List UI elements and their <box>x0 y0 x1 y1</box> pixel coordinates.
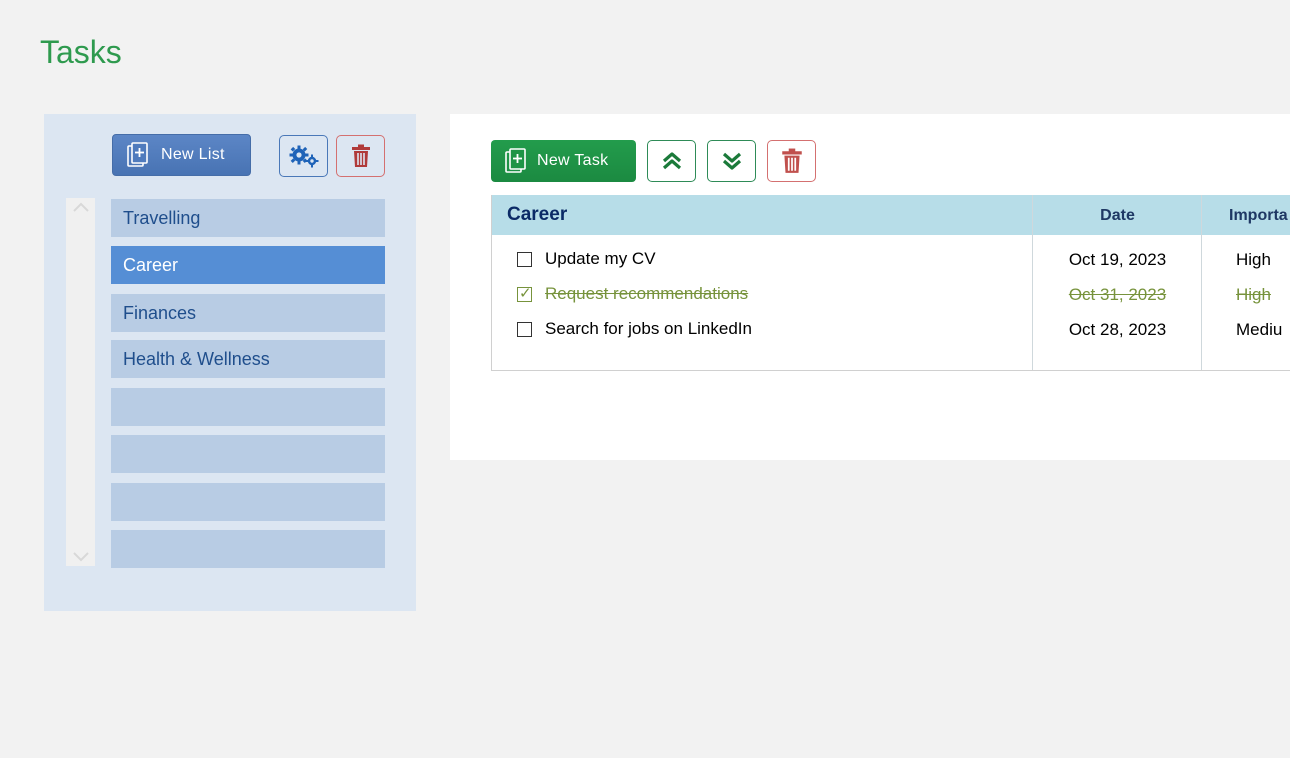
delete-task-button[interactable] <box>767 140 816 182</box>
list-item-travelling[interactable]: Travelling <box>111 199 385 237</box>
move-task-down-button[interactable] <box>707 140 756 182</box>
task-date: Oct 19, 2023 <box>1068 250 1167 269</box>
table-row[interactable]: Request recommendations Oct 31, 2023 Hig… <box>492 283 1290 313</box>
trash-icon <box>781 148 802 173</box>
table-list-name: Career <box>507 204 568 225</box>
list-item-label: Career <box>123 254 179 275</box>
task-date: Oct 31, 2023 <box>1068 285 1167 304</box>
list-item-label: Health & Wellness <box>123 348 270 369</box>
list-item-career[interactable]: Career <box>111 246 385 284</box>
table-header: Career Date Importa <box>492 195 1290 235</box>
chevron-down-icon[interactable] <box>71 550 91 564</box>
task-importance: High <box>1236 285 1271 304</box>
document-plus-icon <box>127 142 148 167</box>
task-importance: High <box>1236 250 1271 269</box>
table-row[interactable]: Update my CV Oct 19, 2023 High <box>492 248 1290 278</box>
list-item-empty[interactable] <box>111 483 385 521</box>
date-column-header[interactable]: Date <box>1033 207 1202 225</box>
new-list-button[interactable]: New List <box>112 134 251 176</box>
task-date: Oct 28, 2023 <box>1068 320 1167 339</box>
chevron-up-icon[interactable] <box>71 200 91 214</box>
list-item-finances[interactable]: Finances <box>111 294 385 332</box>
task-checkbox[interactable] <box>517 322 532 337</box>
list-item-empty[interactable] <box>111 388 385 426</box>
task-title[interactable]: Request recommendations <box>545 284 748 304</box>
delete-list-button[interactable] <box>336 135 385 177</box>
table-row[interactable]: Search for jobs on LinkedIn Oct 28, 2023… <box>492 318 1290 348</box>
task-checkbox[interactable] <box>517 252 532 267</box>
task-title[interactable]: Update my CV <box>545 249 656 269</box>
page-title: Tasks <box>40 34 122 70</box>
list-item-empty[interactable] <box>111 435 385 473</box>
document-plus-icon <box>505 148 526 173</box>
task-title[interactable]: Search for jobs on LinkedIn <box>545 319 752 339</box>
new-task-label: New Task <box>537 152 609 169</box>
double-chevron-up-icon <box>662 152 681 170</box>
task-table: Career Date Importa Update my CV Oct 19,… <box>491 195 1290 371</box>
list-item-label: Finances <box>123 302 197 323</box>
move-task-up-button[interactable] <box>647 140 696 182</box>
new-list-label: New List <box>161 146 225 163</box>
lists-scrollbar[interactable] <box>66 198 95 566</box>
list-item-label: Travelling <box>123 207 201 228</box>
list-item-health-wellness[interactable]: Health & Wellness <box>111 340 385 378</box>
importance-column-header[interactable]: Importa <box>1229 207 1288 225</box>
double-chevron-down-icon <box>722 152 741 170</box>
list-item-empty[interactable] <box>111 530 385 568</box>
tasks-panel: New Task Career Date Importa Update my C… <box>450 114 1290 460</box>
lists-panel: New List Travelling Career Finances Heal… <box>44 114 416 611</box>
gears-icon <box>289 145 318 168</box>
list-settings-button[interactable] <box>279 135 328 177</box>
new-task-button[interactable]: New Task <box>491 140 636 182</box>
task-checkbox[interactable] <box>517 284 532 302</box>
task-importance: Mediu <box>1236 320 1283 339</box>
trash-icon <box>351 144 370 167</box>
